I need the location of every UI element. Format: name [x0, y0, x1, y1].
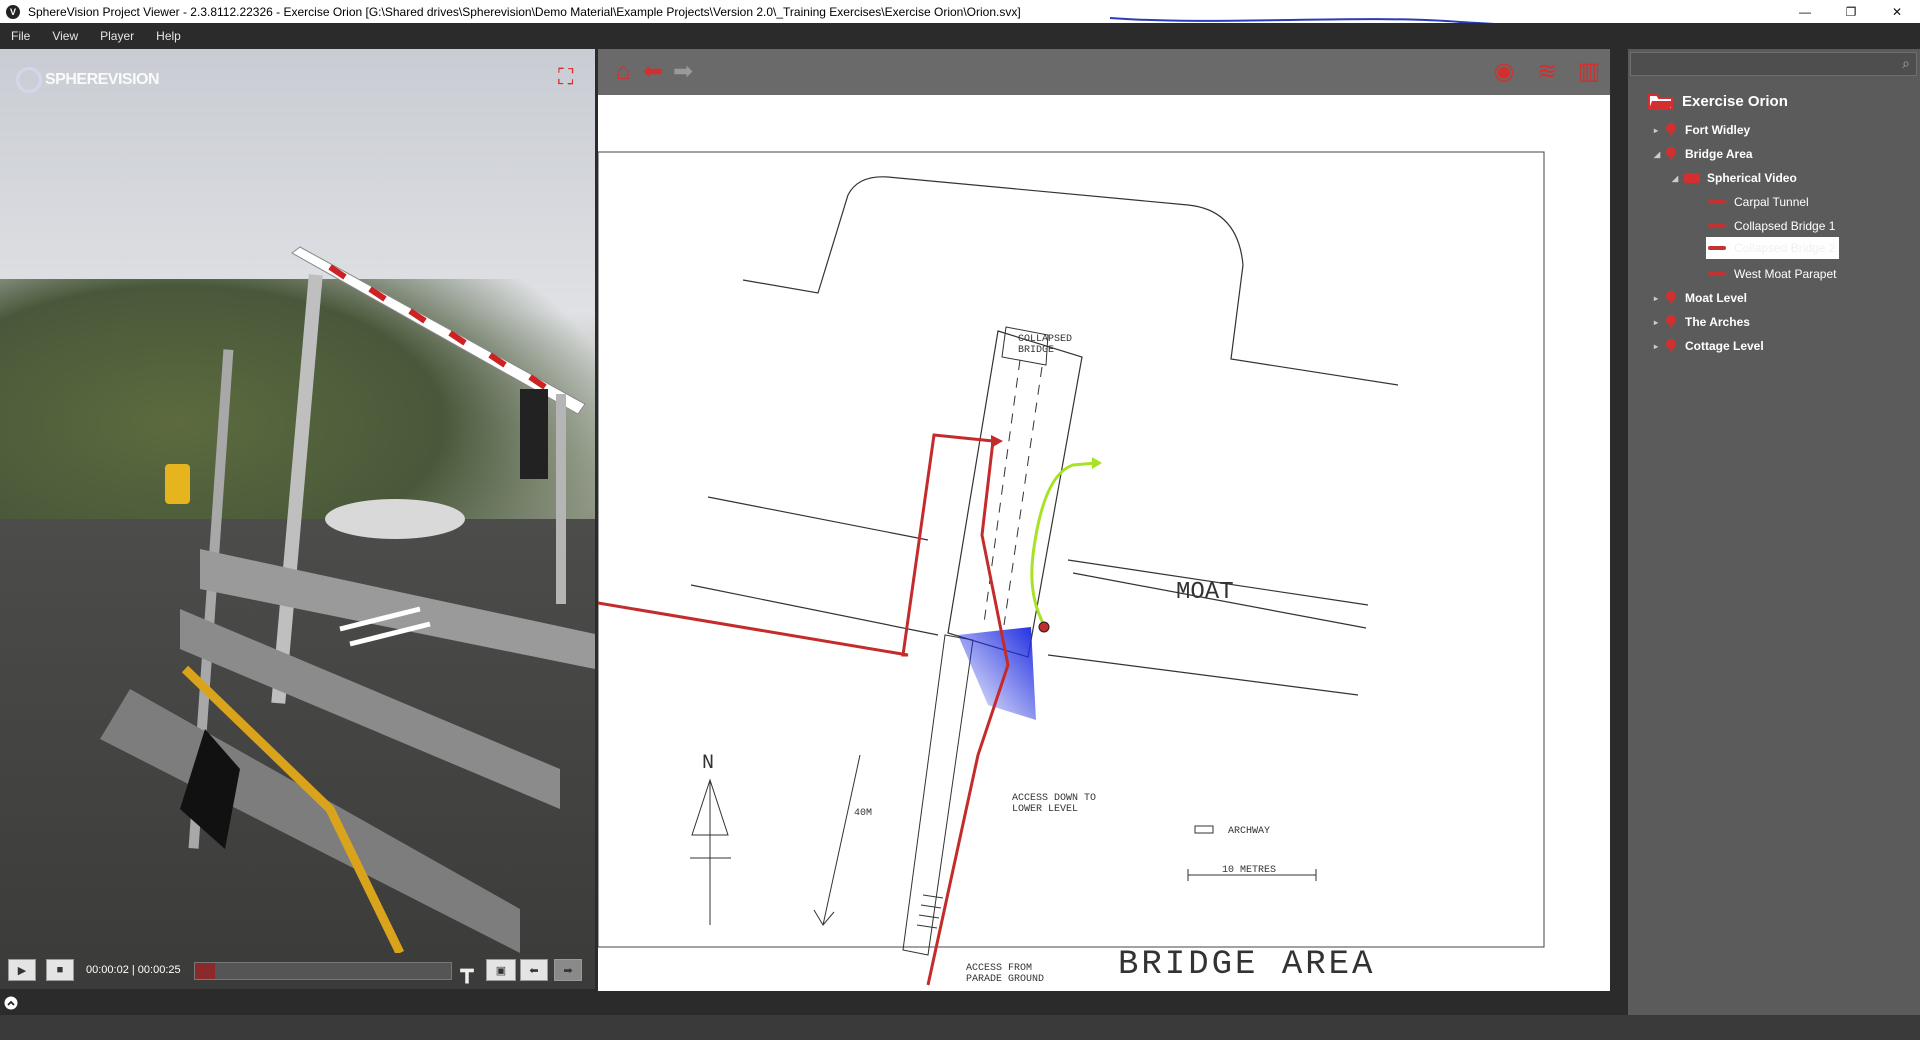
route-line: [598, 433, 994, 657]
floorplan-drawing: COLLAPSED BRIDGE MOAT N 40M ACCESS DOWN …: [598, 151, 1545, 986]
arrow-left-icon: ⬅: [529, 964, 539, 977]
fullscreen-icon[interactable]: ⛶: [558, 65, 582, 89]
seek-bar[interactable]: [194, 962, 452, 980]
label-access-from-2: PARADE GROUND: [966, 974, 1044, 985]
tree-item-fort-widley[interactable]: ▸ Fort Widley: [1654, 119, 1750, 141]
tree-item-moat-level[interactable]: ▸ Moat Level: [1654, 287, 1747, 309]
map-pin-icon: [1666, 339, 1676, 353]
stop-icon: ■: [56, 964, 64, 976]
map-pane: ⌂ ⬅ ➡ ◉ ≋ ▥ COLLAPSED BRIDGE MOAT N 40M …: [595, 49, 1610, 1015]
menu-bar: File View Player Help: [0, 23, 1920, 49]
camera-position-marker: [1038, 621, 1050, 633]
label-archway: ARCHWAY: [1228, 826, 1270, 837]
forward-arrow-icon[interactable]: ➡: [670, 59, 696, 85]
expand-arrow-icon[interactable]: ▸: [1654, 126, 1666, 135]
back-arrow-icon[interactable]: ⬅: [640, 59, 666, 85]
search-input[interactable]: ⌕: [1630, 52, 1917, 76]
car: [325, 499, 465, 539]
label-moat: MOAT: [1176, 579, 1234, 606]
menu-file[interactable]: File: [0, 29, 41, 43]
play-icon: ▶: [17, 964, 27, 977]
window-title: SphereVision Project Viewer - 2.3.8112.2…: [28, 4, 1021, 19]
seek-bar-fill: [195, 963, 216, 979]
tree-root-exercise-orion[interactable]: Exercise Orion: [1648, 90, 1788, 112]
collapse-arrow-icon[interactable]: ◢: [1654, 150, 1666, 159]
window-controls: — ❐ ✕: [1782, 0, 1920, 23]
expand-arrow-icon[interactable]: ▸: [1654, 318, 1666, 327]
spherical-video-view[interactable]: SPHEREVISION ⛶ ▶ ■ 00:00:02 | 00:00:25 ┳…: [0, 49, 595, 989]
tree-item-west-moat-parapet[interactable]: West Moat Parapet: [1708, 263, 1837, 285]
tree-item-bridge-area[interactable]: ◢ Bridge Area: [1654, 143, 1753, 165]
video-camera-icon: [1684, 173, 1700, 183]
label-access-down-1: ACCESS DOWN TO: [1012, 793, 1096, 804]
map-pin-icon: [1666, 147, 1676, 161]
spherevision-logo: SPHEREVISION: [16, 67, 160, 93]
next-button[interactable]: ➡: [554, 959, 582, 981]
close-button[interactable]: ✕: [1874, 0, 1920, 23]
tree-item-collapsed-bridge-1[interactable]: Collapsed Bridge 1: [1708, 215, 1835, 237]
barrier-post: [271, 274, 323, 704]
minimize-button[interactable]: —: [1782, 0, 1828, 23]
video-path-icon: [1708, 272, 1726, 276]
open-folder-icon: [1648, 92, 1674, 110]
label-collapsed-bridge-1: COLLAPSED: [1018, 334, 1072, 345]
green-path: [1030, 461, 1097, 626]
collapse-arrow-icon[interactable]: ◢: [1672, 174, 1684, 183]
map-pin-icon: [1666, 123, 1676, 137]
logo-ring-icon: [16, 67, 42, 93]
snapshot-button[interactable]: ▣: [486, 959, 516, 981]
label-access-from-1: ACCESS FROM: [966, 963, 1032, 974]
map-toolbar: ⌂ ⬅ ➡ ◉ ≋ ▥: [598, 49, 1610, 95]
volume-slider-icon[interactable]: ┳: [456, 957, 478, 985]
map-pin-icon: [1666, 315, 1676, 329]
bottom-bar: [0, 1015, 1920, 1040]
label-distance: 40M: [854, 808, 872, 819]
menu-player[interactable]: Player: [89, 29, 145, 43]
play-button[interactable]: ▶: [8, 959, 36, 981]
view-cone: [958, 627, 1036, 720]
stop-button[interactable]: ■: [46, 959, 74, 981]
video-path-icon: [1708, 246, 1726, 250]
menu-view[interactable]: View: [41, 29, 89, 43]
tree-item-the-arches[interactable]: ▸ The Arches: [1654, 311, 1750, 333]
collapse-up-icon[interactable]: [4, 996, 18, 1010]
menu-help[interactable]: Help: [145, 29, 192, 43]
video-scene-overlay: [100, 246, 595, 953]
search-icon: ⌕: [1902, 55, 1910, 71]
layers-icon[interactable]: ≋: [1534, 59, 1560, 85]
eye-icon[interactable]: ◉: [1491, 59, 1517, 85]
video-controls: ▶ ■ 00:00:02 | 00:00:25 ┳ ▣ ⬅ ➡: [0, 953, 595, 989]
previous-button[interactable]: ⬅: [520, 959, 548, 981]
map-pin-icon: [1666, 291, 1676, 305]
tree-item-carpal-tunnel[interactable]: Carpal Tunnel: [1708, 191, 1809, 213]
label-north: N: [702, 752, 714, 775]
traffic-light: [520, 389, 548, 479]
label-scale: 10 METRES: [1222, 865, 1276, 876]
label-access-down-2: LOWER LEVEL: [1012, 804, 1078, 815]
video-path-icon: [1708, 224, 1726, 228]
tree-item-cottage-level[interactable]: ▸ Cottage Level: [1654, 335, 1764, 357]
expand-arrow-icon[interactable]: ▸: [1654, 342, 1666, 351]
map-icon[interactable]: ▥: [1576, 59, 1602, 85]
home-icon[interactable]: ⌂: [610, 59, 636, 85]
image-icon: ▣: [495, 964, 507, 977]
title-bar: V SphereVision Project Viewer - 2.3.8112…: [0, 0, 1920, 23]
label-collapsed-bridge-2: BRIDGE: [1018, 345, 1054, 356]
arrow-right-icon: ➡: [563, 964, 573, 977]
map-canvas[interactable]: COLLAPSED BRIDGE MOAT N 40M ACCESS DOWN …: [598, 95, 1610, 991]
restore-button[interactable]: ❐: [1828, 0, 1874, 23]
label-area-title: BRIDGE AREA: [1118, 946, 1375, 984]
video-path-icon: [1708, 200, 1726, 204]
tree-item-spherical-video[interactable]: ◢ Spherical Video: [1672, 167, 1797, 189]
tree-item-collapsed-bridge-2-selected[interactable]: Collapsed Bridge 2: [1706, 237, 1840, 259]
app-logo-icon: V: [6, 4, 20, 19]
time-display: 00:00:02 | 00:00:25: [86, 964, 181, 976]
expand-arrow-icon[interactable]: ▸: [1654, 294, 1666, 303]
